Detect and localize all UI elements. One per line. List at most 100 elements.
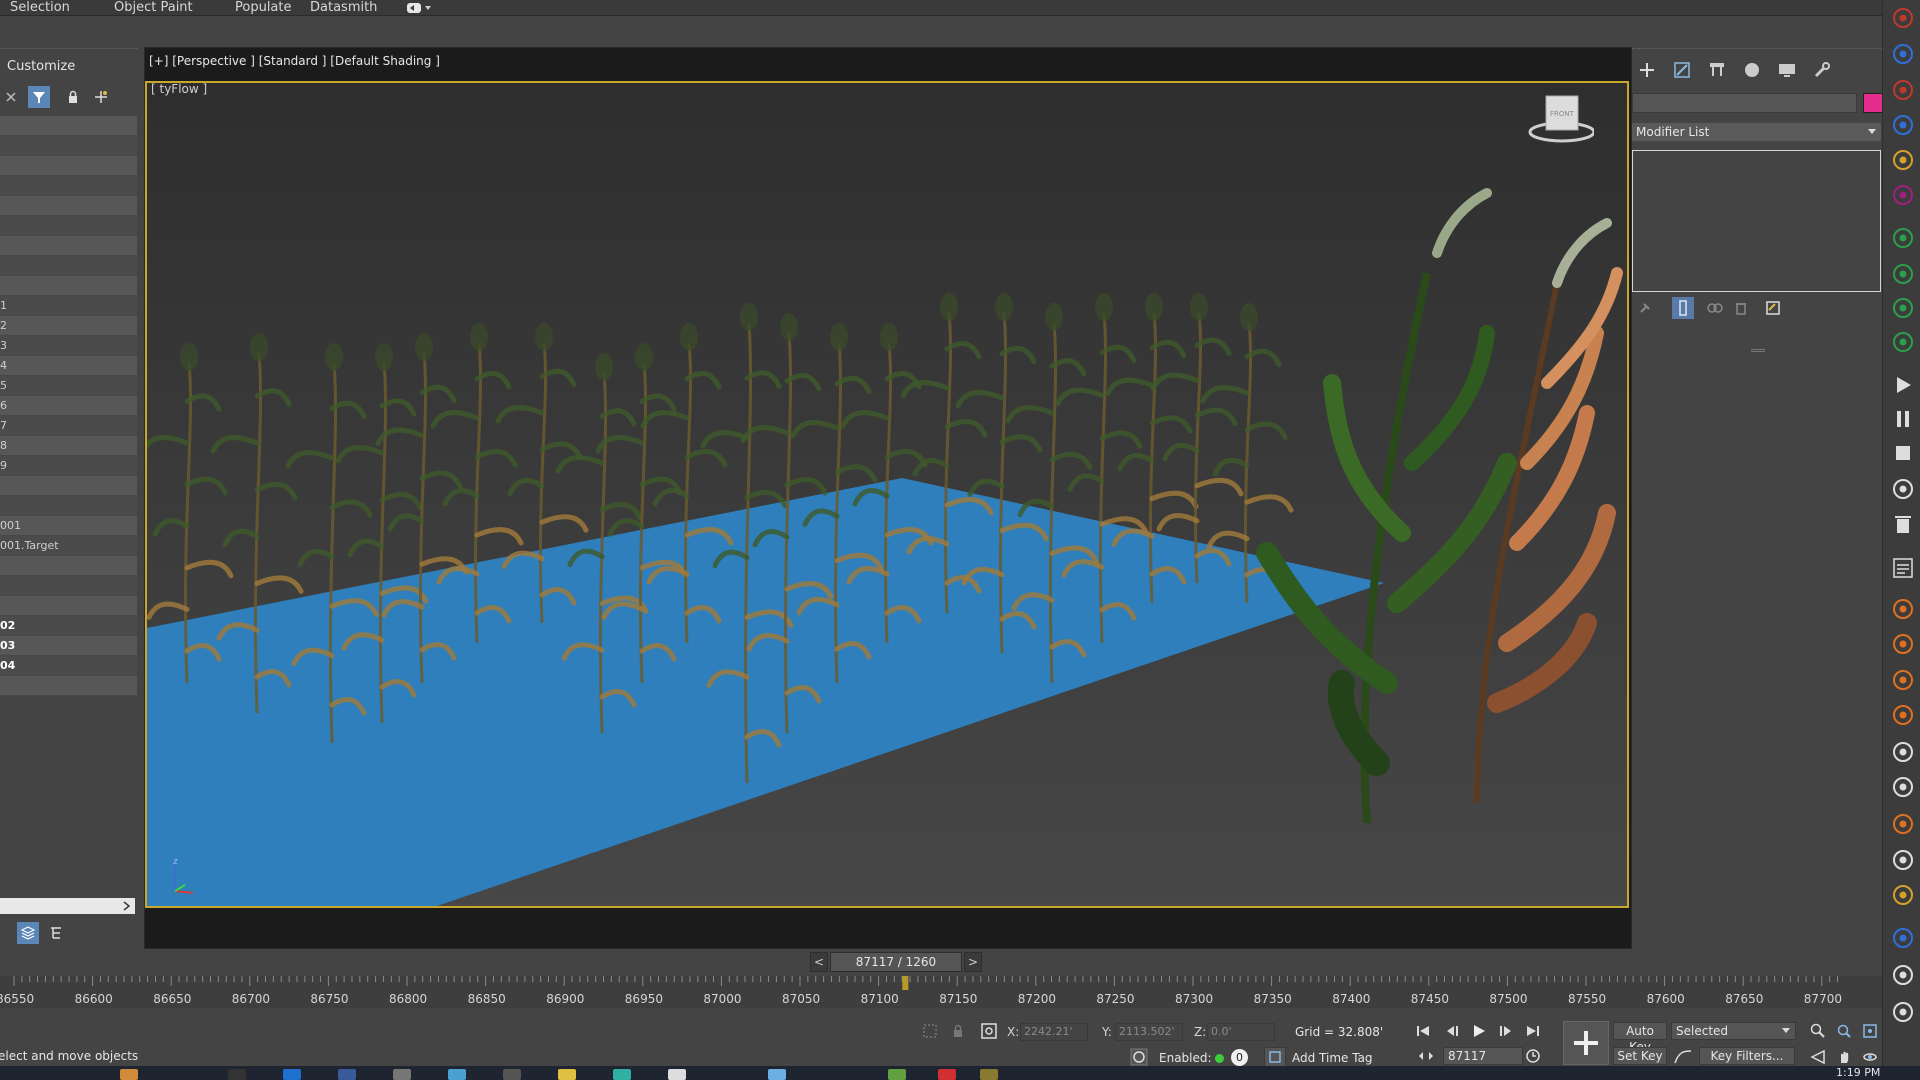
panel-grip[interactable]: [1632, 48, 1882, 50]
selection-lock-icon[interactable]: [948, 1021, 968, 1041]
x-coordinate-field[interactable]: 2242.21': [1020, 1023, 1088, 1041]
flame-icon[interactable]: [1891, 668, 1915, 692]
scene-list-row[interactable]: 02: [0, 616, 137, 636]
cube-wire-icon[interactable]: [1891, 42, 1915, 66]
scene-list-row[interactable]: 03: [0, 636, 137, 656]
taskbar-app-icon[interactable]: [980, 1069, 998, 1080]
taskbar-app-icon[interactable]: [668, 1069, 686, 1080]
cube-icon[interactable]: [1891, 6, 1915, 30]
filter-icon[interactable]: [28, 86, 50, 108]
y-coordinate-field[interactable]: 2113.502': [1115, 1023, 1183, 1041]
taskbar-app-icon[interactable]: [503, 1069, 521, 1080]
previous-frame-icon[interactable]: [1442, 1021, 1464, 1041]
scene-list-row[interactable]: 3: [0, 336, 137, 356]
shield-icon[interactable]: [1891, 963, 1915, 987]
wind-icon[interactable]: [1891, 775, 1915, 799]
z-coordinate-field[interactable]: 0.0': [1207, 1023, 1275, 1041]
flame-icon[interactable]: [1891, 632, 1915, 656]
taskbar-app-icon[interactable]: [338, 1069, 356, 1080]
scene-list-row[interactable]: 8: [0, 436, 137, 456]
next-frame-icon[interactable]: [1494, 1021, 1516, 1041]
taskbar-app-icon[interactable]: [448, 1069, 466, 1080]
time-slider-next[interactable]: >: [964, 952, 982, 972]
zoom-all-icon[interactable]: [1834, 1021, 1854, 1041]
absolute-mode-icon[interactable]: [979, 1021, 999, 1041]
globe-icon[interactable]: [1891, 926, 1915, 950]
pin-stack-icon[interactable]: [1634, 297, 1656, 319]
scene-list-row[interactable]: 4: [0, 356, 137, 376]
play-icon[interactable]: [1468, 1021, 1490, 1041]
modify-tab-icon[interactable]: [1669, 57, 1695, 83]
scene-list-row[interactable]: [0, 256, 137, 276]
taskbar-app-icon[interactable]: [393, 1069, 411, 1080]
flame-icon[interactable]: [1891, 597, 1915, 621]
viewcube[interactable]: FRONT: [1524, 88, 1596, 144]
flame-icon[interactable]: [1891, 703, 1915, 727]
burst-icon[interactable]: [1891, 330, 1915, 354]
scene-list-row[interactable]: [0, 576, 137, 596]
enabled-count[interactable]: 0: [1231, 1049, 1248, 1066]
scene-list-row[interactable]: [0, 196, 137, 216]
adaptive-degradation-icon[interactable]: [1129, 1047, 1149, 1067]
scene-list-row[interactable]: [0, 176, 137, 196]
show-end-result-icon[interactable]: [1672, 297, 1694, 319]
remove-modifier-icon[interactable]: [1730, 297, 1752, 319]
key-selection-dropdown[interactable]: Selected: [1671, 1022, 1796, 1040]
box-icon[interactable]: [1891, 183, 1915, 207]
taskbar-app-icon[interactable]: [120, 1069, 138, 1080]
play-icon[interactable]: [1891, 373, 1915, 397]
time-slider-prev[interactable]: <: [810, 952, 828, 972]
add-layer-icon[interactable]: [90, 86, 112, 108]
viewport-sublabel[interactable]: [ tyFlow ]: [151, 83, 207, 96]
scene-list-row[interactable]: 7: [0, 416, 137, 436]
menu-overflow-icon[interactable]: [406, 1, 434, 15]
lock-icon[interactable]: [62, 86, 84, 108]
menu-object-paint[interactable]: Object Paint: [114, 0, 193, 16]
scene-list-row[interactable]: 001: [0, 516, 137, 536]
stop-icon[interactable]: [1891, 441, 1915, 465]
configure-modifier-sets-icon[interactable]: [1762, 297, 1784, 319]
modifier-list-dropdown[interactable]: Modifier List: [1632, 123, 1881, 141]
scene-list-row[interactable]: [0, 136, 137, 156]
scene-list-row[interactable]: 9: [0, 456, 137, 476]
flame-icon[interactable]: [1891, 812, 1915, 836]
scene-list-row[interactable]: [0, 676, 137, 696]
wind-icon[interactable]: [1891, 740, 1915, 764]
trash-icon[interactable]: [1891, 512, 1915, 536]
scene-list-row[interactable]: [0, 236, 137, 256]
arrow-icon[interactable]: [1891, 262, 1915, 286]
key-filters-button[interactable]: Key Filters...: [1699, 1047, 1795, 1065]
set-key-button[interactable]: Set Key: [1613, 1047, 1667, 1065]
close-icon[interactable]: [0, 86, 22, 108]
pan-icon[interactable]: [1834, 1047, 1854, 1067]
display-tab-icon[interactable]: [1774, 57, 1800, 83]
sphere-icon[interactable]: [1891, 148, 1915, 172]
scene-list-row[interactable]: 1: [0, 296, 137, 316]
taskbar-app-icon[interactable]: [888, 1069, 906, 1080]
scene-list-row[interactable]: 2: [0, 316, 137, 336]
add-time-tag-button[interactable]: Add Time Tag: [1292, 1051, 1373, 1065]
scene-list-row[interactable]: 001.Target: [0, 536, 137, 556]
set-keys-button[interactable]: [1563, 1021, 1609, 1065]
object-color-swatch[interactable]: [1863, 93, 1883, 113]
menu-populate[interactable]: Populate: [235, 0, 292, 16]
rollout-divider[interactable]: [1751, 349, 1765, 352]
move-icon[interactable]: [1891, 226, 1915, 250]
viewport[interactable]: [+] [Perspective ] [Standard ] [Default …: [144, 47, 1632, 949]
current-frame-field[interactable]: 87117: [1443, 1047, 1523, 1065]
key-mode-toggle-icon[interactable]: [1418, 1048, 1434, 1064]
utilities-tab-icon[interactable]: [1809, 57, 1835, 83]
field-of-view-icon[interactable]: [1808, 1047, 1828, 1067]
time-configuration-icon[interactable]: [1525, 1048, 1541, 1064]
isolate-selection-icon[interactable]: [920, 1021, 940, 1041]
time-slider-thumb[interactable]: 87117 / 1260: [830, 952, 962, 972]
time-slider[interactable]: < 87117 / 1260 >: [810, 952, 982, 972]
hierarchy-icon[interactable]: [45, 922, 67, 944]
scene-list-row[interactable]: [0, 556, 137, 576]
scene-list-row[interactable]: [0, 156, 137, 176]
menu-selection[interactable]: Selection: [10, 0, 70, 16]
taskbar-app-icon[interactable]: [768, 1069, 786, 1080]
panel-grip[interactable]: [0, 48, 137, 50]
wind-icon[interactable]: [1891, 848, 1915, 872]
modifier-stack[interactable]: [1632, 150, 1881, 292]
